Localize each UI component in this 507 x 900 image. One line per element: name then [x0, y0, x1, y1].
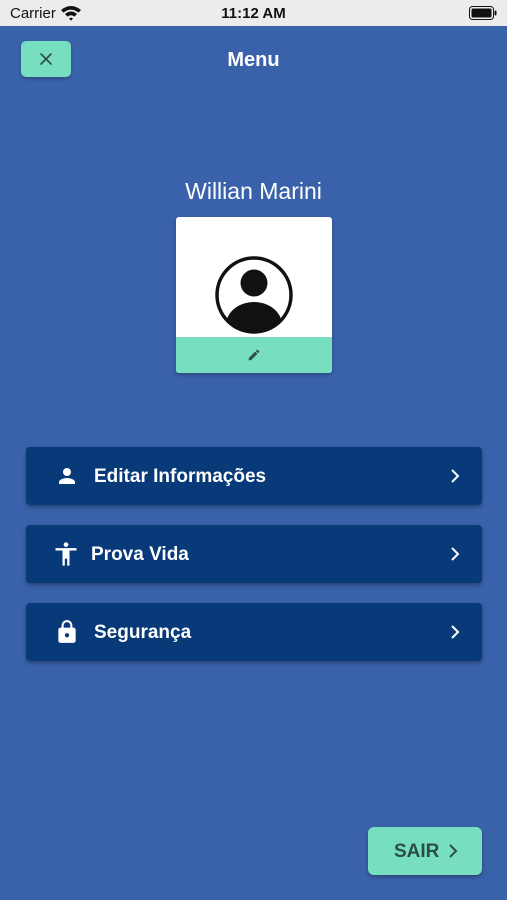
person-icon: [59, 468, 75, 484]
edit-photo-button[interactable]: [176, 337, 332, 373]
chevron-right-icon: [451, 625, 460, 639]
account-circle-icon: [215, 256, 293, 334]
accessibility-icon: [55, 542, 77, 566]
exit-button-label: SAIR: [394, 841, 440, 862]
chevron-right-icon: [449, 844, 458, 858]
chevron-right-icon: [451, 469, 460, 483]
menu-item-label: Editar Informações: [94, 466, 267, 487]
avatar-card: [176, 217, 332, 373]
menu-item-seguranca[interactable]: Segurança: [26, 603, 482, 661]
lock-icon: [58, 620, 76, 643]
menu-item-label: Prova Vida: [91, 544, 189, 565]
page-title: Menu: [227, 49, 280, 71]
chevron-right-icon: [451, 547, 460, 561]
menu-item-prova-vida[interactable]: Prova Vida: [26, 525, 482, 583]
menu-item-editar-informacoes[interactable]: Editar Informações: [26, 447, 482, 505]
clock: 11:12 AM: [221, 5, 286, 22]
battery-icon: [469, 6, 497, 20]
user-name: Willian Marini: [185, 178, 322, 204]
status-bar: Carrier 11:12 AM: [0, 0, 507, 26]
menu-item-label: Segurança: [94, 622, 192, 643]
pencil-icon: [248, 349, 260, 361]
exit-button[interactable]: SAIR: [368, 827, 482, 875]
